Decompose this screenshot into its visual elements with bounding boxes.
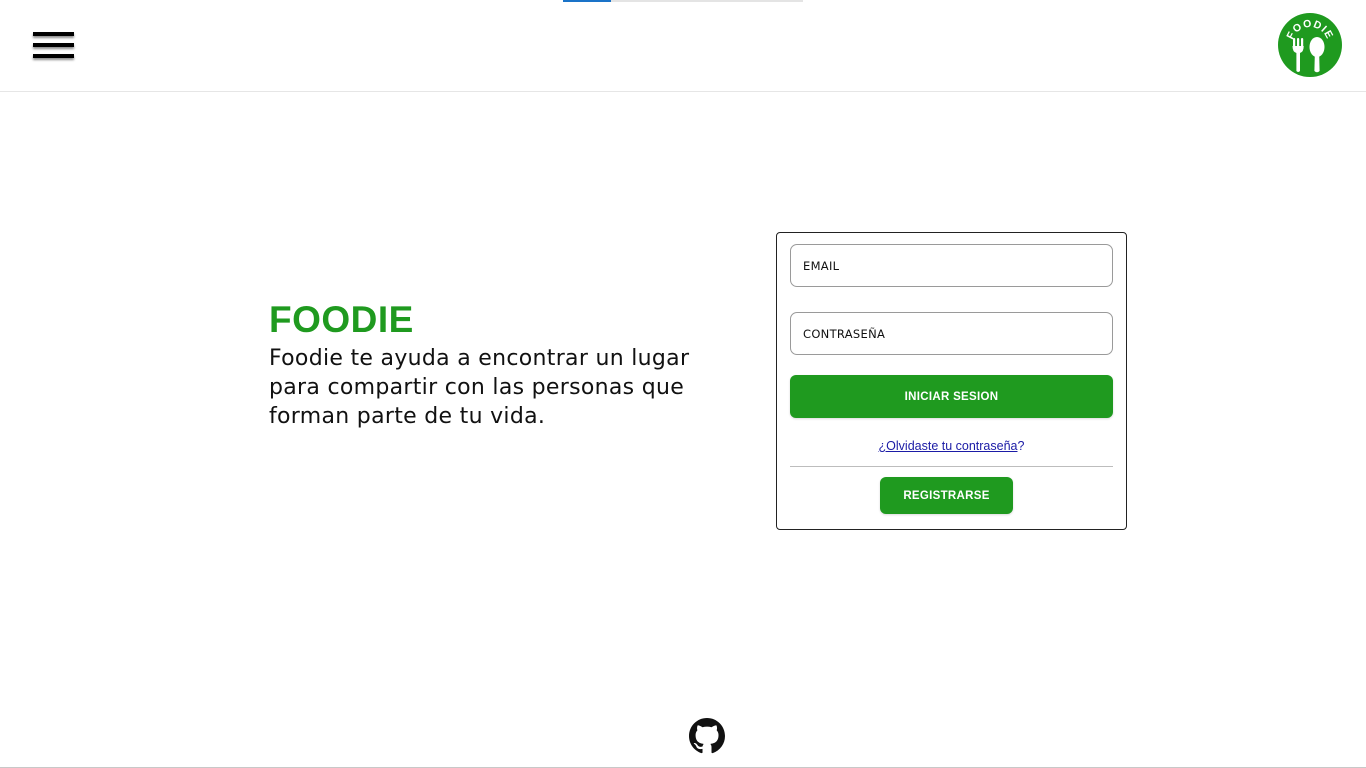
page: FOODIE FOODIE Foodie te ayuda a encontra… — [0, 0, 1366, 768]
foodie-logo[interactable]: FOODIE — [1277, 12, 1343, 78]
menu-bar — [33, 54, 74, 58]
login-card: INICIAR SESION ¿Olvidaste tu contraseña?… — [776, 232, 1127, 530]
menu-bar — [33, 43, 74, 47]
divider — [790, 466, 1113, 467]
hamburger-menu-icon[interactable] — [32, 32, 76, 62]
register-button[interactable]: REGISTRARSE — [880, 477, 1013, 514]
header: FOODIE — [0, 0, 1366, 92]
forgot-password-link[interactable]: ¿Olvidaste tu contraseña — [879, 439, 1018, 453]
hero-section: FOODIE Foodie te ayuda a encontrar un lu… — [269, 298, 739, 431]
hero-description: Foodie te ayuda a encontrar un lugar par… — [269, 346, 690, 429]
menu-bar — [33, 32, 74, 36]
email-field[interactable] — [790, 244, 1113, 287]
login-button[interactable]: INICIAR SESION — [790, 375, 1113, 418]
github-icon[interactable] — [689, 718, 725, 754]
forgot-password-suffix: ? — [1017, 439, 1025, 453]
hero-title: FOODIE — [269, 299, 414, 340]
password-field[interactable] — [790, 312, 1113, 355]
forgot-password-row: ¿Olvidaste tu contraseña? — [777, 439, 1126, 453]
